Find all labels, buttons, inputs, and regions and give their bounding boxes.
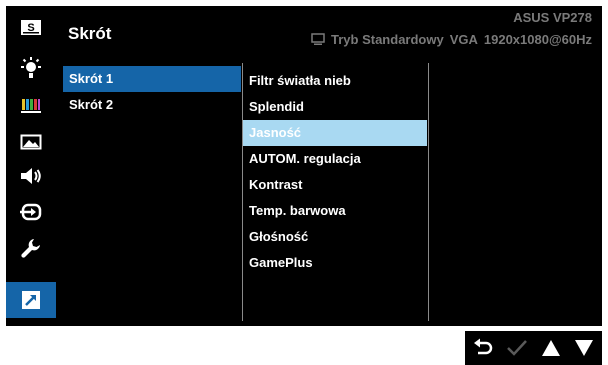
page-title: Skrót xyxy=(68,24,112,43)
sidebar-item-shortcut[interactable] xyxy=(6,282,56,318)
option-volume[interactable]: Głośność xyxy=(243,224,427,250)
sidebar-item-sound[interactable] xyxy=(6,158,56,194)
sidebar-item-bluelight[interactable] xyxy=(6,50,56,86)
resolution: 1920x1080@60Hz xyxy=(483,32,592,47)
speaker-volume-icon xyxy=(21,168,41,184)
option-auto-adjust[interactable]: AUTOM. regulacja xyxy=(243,146,427,172)
wrench-icon xyxy=(21,239,40,258)
option-blue-light-filter[interactable]: Filtr światła nieb xyxy=(243,68,427,94)
osd-menu: S Skrót ASUS VP278 Tryb Standardowy VGA … xyxy=(6,6,602,326)
model-name: ASUS VP278 xyxy=(513,10,592,25)
sidebar-item-splendid[interactable]: S xyxy=(6,10,56,46)
picture-mode: Tryb Standardowy xyxy=(331,32,444,47)
input-select-icon xyxy=(20,203,42,221)
sidebar-item-system[interactable] xyxy=(6,230,56,266)
brightness-sun-icon xyxy=(21,57,41,78)
option-gameplus[interactable]: GamePlus xyxy=(243,250,427,276)
sidebar-item-color[interactable] xyxy=(6,88,56,124)
confirm-button[interactable] xyxy=(501,331,533,365)
sidebar-item-image[interactable] xyxy=(6,124,56,160)
column-divider xyxy=(428,63,429,321)
up-arrow-icon xyxy=(542,340,560,356)
up-button[interactable] xyxy=(535,331,567,365)
down-arrow-icon xyxy=(575,340,593,356)
menu-item-shortcut-1[interactable]: Skrót 1 xyxy=(63,66,241,92)
shortcut-arrow-icon xyxy=(22,291,40,309)
option-brightness[interactable]: Jasność xyxy=(243,120,427,146)
back-icon xyxy=(474,338,493,355)
image-landscape-icon xyxy=(20,134,42,150)
s-logo-icon: S xyxy=(21,20,41,35)
check-icon xyxy=(507,340,527,356)
color-bars-icon xyxy=(21,99,41,113)
back-button[interactable] xyxy=(467,331,499,365)
option-splendid[interactable]: Splendid xyxy=(243,94,427,120)
osd-header: Skrót ASUS VP278 Tryb Standardowy VGA 19… xyxy=(56,6,602,60)
option-color-temp[interactable]: Temp. barwowa xyxy=(243,198,427,224)
menu-item-shortcut-2[interactable]: Skrót 2 xyxy=(63,92,241,118)
input-source: VGA xyxy=(449,32,478,47)
main-menu-sidebar: S xyxy=(6,6,56,326)
down-button[interactable] xyxy=(568,331,600,365)
option-contrast[interactable]: Kontrast xyxy=(243,172,427,198)
monitor-icon xyxy=(311,33,325,45)
sidebar-item-input[interactable] xyxy=(6,194,56,230)
navigation-keys xyxy=(465,331,602,365)
status-line: Tryb Standardowy VGA 1920x1080@60Hz xyxy=(311,32,592,47)
